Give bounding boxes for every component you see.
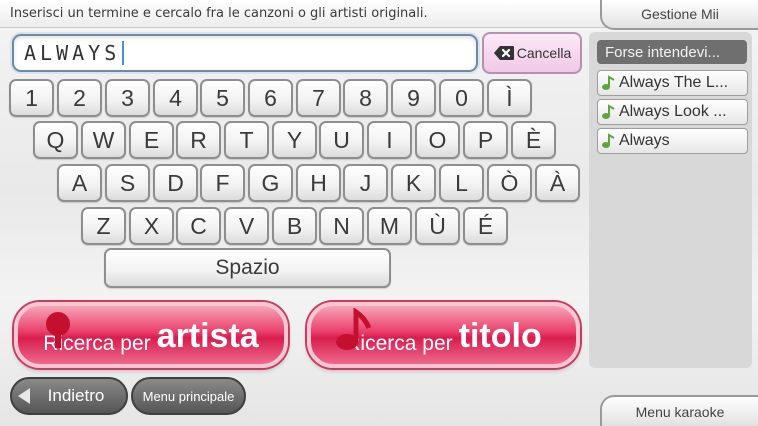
suggestion-label: Always Look ...	[619, 103, 727, 120]
key-g[interactable]: G	[248, 164, 293, 202]
space-key[interactable]: Spazio	[104, 248, 391, 288]
suggestion-label: Always The L...	[619, 74, 729, 91]
key-u-grave[interactable]: Ù	[415, 207, 460, 245]
key-l[interactable]: L	[439, 164, 484, 202]
key-1[interactable]: 1	[9, 79, 54, 117]
clear-button[interactable]: Cancella	[482, 32, 582, 74]
key-h[interactable]: H	[296, 164, 341, 202]
key-t[interactable]: T	[224, 121, 269, 159]
key-f[interactable]: F	[200, 164, 245, 202]
key-q[interactable]: Q	[33, 121, 78, 159]
search-by-title-button[interactable]: Ricerca per titolo	[307, 302, 580, 368]
key-p[interactable]: P	[463, 121, 508, 159]
key-s[interactable]: S	[105, 164, 150, 202]
key-j[interactable]: J	[343, 164, 388, 202]
text-caret	[122, 41, 125, 65]
music-note-icon	[602, 104, 615, 119]
key-c[interactable]: C	[176, 207, 221, 245]
key-4[interactable]: 4	[153, 79, 198, 117]
key-o[interactable]: O	[415, 121, 460, 159]
key-8[interactable]: 8	[343, 79, 388, 117]
key-o-grave[interactable]: Ò	[487, 164, 532, 202]
key-k[interactable]: K	[391, 164, 436, 202]
key-n[interactable]: N	[319, 207, 364, 245]
mii-management-button[interactable]: Gestione Mii	[600, 0, 758, 30]
key-e-grave[interactable]: È	[511, 121, 556, 159]
key-b[interactable]: B	[272, 207, 317, 245]
key-a[interactable]: A	[57, 164, 102, 202]
artist-button-label: artista	[156, 317, 259, 355]
key-w[interactable]: W	[81, 121, 126, 159]
microphone-icon	[46, 312, 70, 348]
clear-button-label: Cancella	[516, 45, 572, 61]
karaoke-menu-button[interactable]: Menu karaoke	[600, 395, 758, 426]
key-9[interactable]: 9	[391, 79, 436, 117]
suggestions-title: Forse intendevi...	[597, 40, 747, 64]
suggestion-label: Always	[619, 132, 670, 149]
key-e-acute[interactable]: É	[463, 207, 508, 245]
key-e[interactable]: E	[129, 121, 174, 159]
suggestion-item[interactable]: Always Look ...	[597, 99, 748, 125]
instruction-text: Inserisci un termine e cercalo fra le ca…	[10, 6, 428, 21]
key-0[interactable]: 0	[439, 79, 484, 117]
key-i-grave[interactable]: Ì	[487, 79, 532, 117]
key-u[interactable]: U	[319, 121, 364, 159]
back-arrow-icon	[18, 388, 30, 404]
key-z[interactable]: Z	[81, 207, 126, 245]
search-input[interactable]: ALWAYS	[12, 34, 478, 72]
music-note-icon	[336, 308, 372, 350]
search-value: ALWAYS	[24, 41, 121, 65]
key-r[interactable]: R	[176, 121, 221, 159]
key-y[interactable]: Y	[272, 121, 317, 159]
key-5[interactable]: 5	[200, 79, 245, 117]
key-v[interactable]: V	[224, 207, 269, 245]
back-button-label: Indietro	[47, 386, 105, 405]
key-x[interactable]: X	[129, 207, 174, 245]
main-menu-button[interactable]: Menu principale	[131, 377, 246, 415]
key-m[interactable]: M	[367, 207, 412, 245]
suggestion-item[interactable]: Always	[597, 128, 748, 154]
title-button-label: titolo	[458, 317, 542, 355]
backspace-icon	[493, 46, 514, 60]
search-by-artist-button[interactable]: Ricerca per artista	[14, 302, 288, 368]
key-a-grave[interactable]: À	[535, 164, 580, 202]
back-button[interactable]: Indietro	[10, 377, 128, 415]
music-note-icon	[602, 133, 615, 148]
music-note-icon	[602, 75, 615, 90]
suggestion-item[interactable]: Always The L...	[597, 70, 748, 96]
key-d[interactable]: D	[153, 164, 198, 202]
key-7[interactable]: 7	[296, 79, 341, 117]
key-i[interactable]: I	[367, 121, 412, 159]
key-6[interactable]: 6	[248, 79, 293, 117]
key-2[interactable]: 2	[57, 79, 102, 117]
key-3[interactable]: 3	[105, 79, 150, 117]
